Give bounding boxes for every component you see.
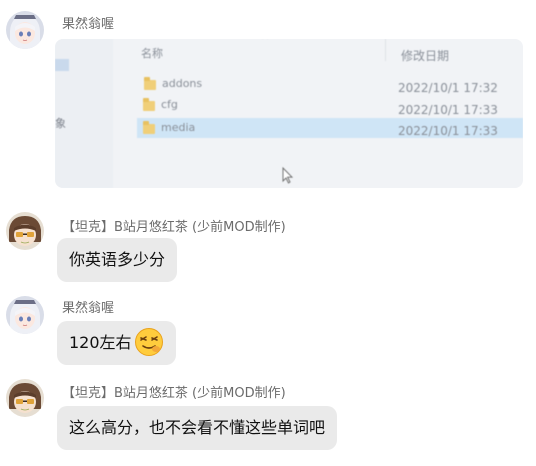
- folder-icon: [143, 121, 155, 134]
- avatar-user-a[interactable]: [6, 11, 44, 49]
- anime-girl-avatar-icon: [6, 11, 44, 49]
- avatar-user-b[interactable]: [6, 212, 44, 250]
- sender-name: 果然翁喔: [62, 17, 115, 32]
- message-text: 这么高分，也不会看不懂这些单词吧: [69, 418, 326, 437]
- file-name: cfg: [161, 98, 178, 111]
- anime-tank-avatar-icon: [6, 379, 44, 417]
- anime-girl-avatar-icon: [6, 296, 44, 334]
- sender-name: 【坦克】B站月悠红茶 (少前MOD制作): [62, 220, 286, 235]
- folder-icon: [143, 98, 155, 111]
- file-date: 2022/10/1 17:32: [398, 81, 498, 95]
- hiccup-face-emoji-icon: [134, 327, 163, 356]
- message-bubble[interactable]: 这么高分，也不会看不懂这些单词吧: [57, 406, 338, 450]
- avatar-user-b[interactable]: [6, 379, 44, 417]
- side-pane-label: 象: [55, 117, 66, 130]
- anime-tank-avatar-icon: [6, 212, 44, 250]
- sender-name: 【坦克】B站月悠红茶 (少前MOD制作): [62, 386, 286, 401]
- chat-window: 果然翁喔 象 ^ 名称 修改日期 addons 2022/10/1 17:32 …: [0, 0, 536, 466]
- file-name: addons: [162, 77, 203, 90]
- message-bubble[interactable]: 120左右: [57, 321, 176, 365]
- file-date: 2022/10/1 17:33: [398, 103, 498, 117]
- message-bubble[interactable]: 你英语多少分: [57, 238, 178, 282]
- file-date: 2022/10/1 17:33: [398, 124, 498, 138]
- message-text: 你英语多少分: [69, 250, 166, 269]
- message-text: 120左右: [69, 333, 132, 352]
- shared-image-message[interactable]: 象 ^ 名称 修改日期 addons 2022/10/1 17:32 cfg 2…: [55, 39, 523, 188]
- column-name-header: 名称: [141, 47, 163, 60]
- mouse-cursor-icon: [282, 167, 294, 184]
- column-modified-header: 修改日期: [401, 49, 450, 63]
- file-name: media: [161, 121, 196, 134]
- sender-name: 果然翁喔: [62, 301, 115, 316]
- avatar-user-a[interactable]: [6, 296, 44, 334]
- folder-icon: [144, 77, 156, 90]
